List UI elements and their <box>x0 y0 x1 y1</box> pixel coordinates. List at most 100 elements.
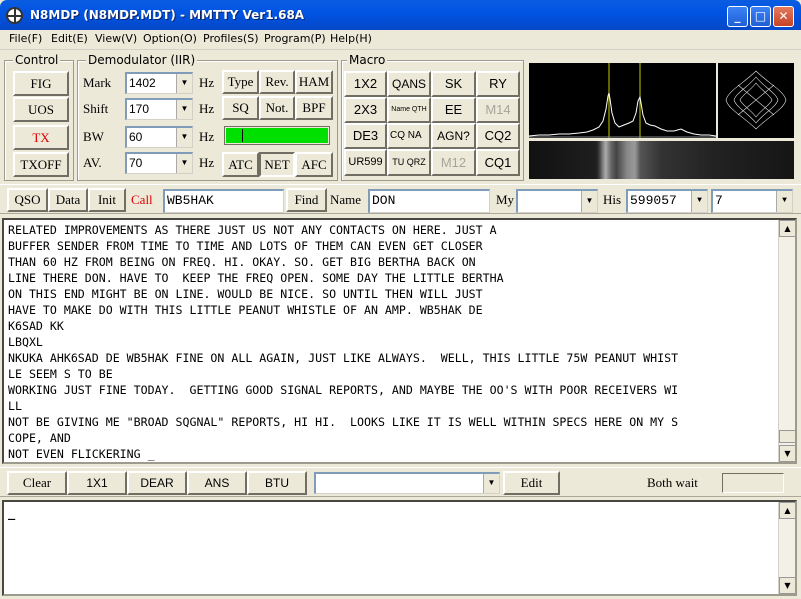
chevron-down-icon[interactable]: ▼ <box>581 191 597 212</box>
receive-scrollbar[interactable]: ▲ ▼ <box>778 220 796 462</box>
transmit-text[interactable]: _ <box>8 506 15 520</box>
chevron-down-icon[interactable]: ▼ <box>176 100 192 119</box>
xy-scope-display[interactable] <box>718 63 794 138</box>
net-button[interactable]: NET <box>259 152 295 177</box>
txoff-button[interactable]: TXOFF <box>13 152 69 177</box>
shift-label: Shift <box>83 101 109 116</box>
rev-button[interactable]: Rev. <box>259 70 295 94</box>
scroll-up-icon[interactable]: ▲ <box>779 502 796 519</box>
menu-file[interactable]: File(F) <box>9 32 42 45</box>
transmit-scrollbar[interactable]: ▲ ▼ <box>778 502 796 594</box>
title-bar[interactable]: N8MDP (N8MDP.MDT) - MMTTY Ver1.68A _ □ ✕ <box>0 0 801 30</box>
av-value: 70 <box>129 156 143 170</box>
his-rst-select[interactable]: 599057 ▼ <box>626 189 708 213</box>
menu-edit[interactable]: Edit(E) <box>51 32 88 45</box>
data-button[interactable]: Data <box>48 188 88 212</box>
signal-level-meter <box>224 126 330 145</box>
shift-select[interactable]: 170 ▼ <box>125 98 193 120</box>
scroll-down-icon[interactable]: ▼ <box>779 445 796 462</box>
ham-button[interactable]: HAM <box>295 70 333 94</box>
macro-cq-na-button[interactable]: CQ NA <box>387 123 431 149</box>
receive-line: THAN 60 HZ FROM BEING ON FREQ. HI. OKAY.… <box>8 255 476 269</box>
macro-m12-button[interactable]: M12 <box>431 149 476 176</box>
macro-qans-button[interactable]: QANS <box>387 71 431 97</box>
demodulator-group-label: Demodulator (IIR) <box>86 53 198 67</box>
scroll-thumb[interactable] <box>779 430 796 443</box>
macro-1x2-button[interactable]: 1X2 <box>344 71 387 97</box>
macro-sk-button[interactable]: SK <box>431 71 476 97</box>
uos-button[interactable]: UOS <box>13 97 69 122</box>
chevron-down-icon[interactable]: ▼ <box>776 191 792 212</box>
mark-select[interactable]: 1402 ▼ <box>125 72 193 94</box>
receive-line: RELATED IMPROVEMENTS AS THERE JUST US NO… <box>8 223 497 237</box>
type-button[interactable]: Type <box>222 70 259 94</box>
chevron-down-icon[interactable]: ▼ <box>691 191 707 212</box>
macro-tu-qrz-button[interactable]: TU QRZ <box>387 149 431 176</box>
macro-dear-button[interactable]: DEAR <box>127 471 187 495</box>
afc-button[interactable]: AFC <box>295 152 333 177</box>
bw-hz-label: Hz <box>199 129 215 144</box>
my-rst-select[interactable]: ▼ <box>516 189 598 213</box>
both-wait-indicator <box>722 473 784 493</box>
scroll-up-icon[interactable]: ▲ <box>779 220 796 237</box>
mark-value: 1402 <box>129 76 156 90</box>
extra-value: 7 <box>715 193 723 208</box>
close-button[interactable]: ✕ <box>773 6 794 27</box>
fig-button[interactable]: FIG <box>13 71 69 96</box>
receive-text-area[interactable]: RELATED IMPROVEMENTS AS THERE JUST US NO… <box>2 218 797 464</box>
extra-select[interactable]: 7 ▼ <box>711 189 793 213</box>
menu-help[interactable]: Help(H) <box>330 32 372 45</box>
spectrum-display[interactable] <box>528 63 717 138</box>
macro-de3-button[interactable]: DE3 <box>344 123 387 149</box>
edit-button[interactable]: Edit <box>503 471 560 495</box>
chevron-down-icon[interactable]: ▼ <box>176 74 192 93</box>
macro-2x3-button[interactable]: 2X3 <box>344 97 387 123</box>
macro-cq1-button[interactable]: CQ1 <box>476 149 520 176</box>
receive-line: LBQXL <box>8 335 43 349</box>
sq-button[interactable]: SQ <box>222 96 259 120</box>
chevron-down-icon[interactable]: ▼ <box>483 474 499 493</box>
macro-select[interactable]: ▼ <box>314 472 500 494</box>
receive-line: NOT EVEN FLICKERING _ <box>8 447 155 461</box>
bw-value: 60 <box>129 130 143 144</box>
chevron-down-icon[interactable]: ▼ <box>176 128 192 147</box>
receive-line: NKUKA AHK6SAD DE WB5HAK FINE ON ALL AGAI… <box>8 351 679 365</box>
minimize-button[interactable]: _ <box>727 6 748 27</box>
clear-button[interactable]: Clear <box>7 471 67 495</box>
menu-view[interactable]: View(V) <box>95 32 137 45</box>
macro-ans-button[interactable]: ANS <box>187 471 247 495</box>
av-select[interactable]: 70 ▼ <box>125 152 193 174</box>
app-icon <box>6 7 23 24</box>
not-button[interactable]: Not. <box>259 96 295 120</box>
atc-button[interactable]: ATC <box>222 152 259 177</box>
find-button[interactable]: Find <box>286 188 327 212</box>
macro-agn-button[interactable]: AGN? <box>431 123 476 149</box>
macro-ur599-button[interactable]: UR599 <box>344 149 387 176</box>
qso-button[interactable]: QSO <box>7 188 48 212</box>
menu-program[interactable]: Program(P) <box>264 32 326 45</box>
bw-select[interactable]: 60 ▼ <box>125 126 193 148</box>
menu-profiles[interactable]: Profiles(S) <box>203 32 259 45</box>
bpf-button[interactable]: BPF <box>295 96 333 120</box>
transmit-text-area[interactable]: _ ▲ ▼ <box>2 500 797 596</box>
menu-option[interactable]: Option(O) <box>143 32 197 45</box>
window-title: N8MDP (N8MDP.MDT) - MMTTY Ver1.68A <box>30 8 305 22</box>
macro-1x1-button[interactable]: 1X1 <box>67 471 127 495</box>
waterfall-display[interactable] <box>529 141 794 179</box>
his-label: His <box>603 192 622 207</box>
name-field[interactable]: DON <box>368 189 490 213</box>
macro-m14-button[interactable]: M14 <box>476 97 520 123</box>
macro-btu-button[interactable]: BTU <box>247 471 307 495</box>
macro-ry-button[interactable]: RY <box>476 71 520 97</box>
receive-line: LL <box>8 399 22 413</box>
maximize-button[interactable]: □ <box>750 6 771 27</box>
macro-cq2-button[interactable]: CQ2 <box>476 123 520 149</box>
tx-button[interactable]: TX <box>13 125 69 150</box>
call-field[interactable]: WB5HAK <box>163 189 284 213</box>
macro-name-qth-button[interactable]: Name QTH <box>387 97 431 123</box>
init-button[interactable]: Init <box>88 188 126 212</box>
signal-level-fill <box>226 128 328 143</box>
scroll-down-icon[interactable]: ▼ <box>779 577 796 594</box>
chevron-down-icon[interactable]: ▼ <box>176 154 192 173</box>
macro-ee-button[interactable]: EE <box>431 97 476 123</box>
